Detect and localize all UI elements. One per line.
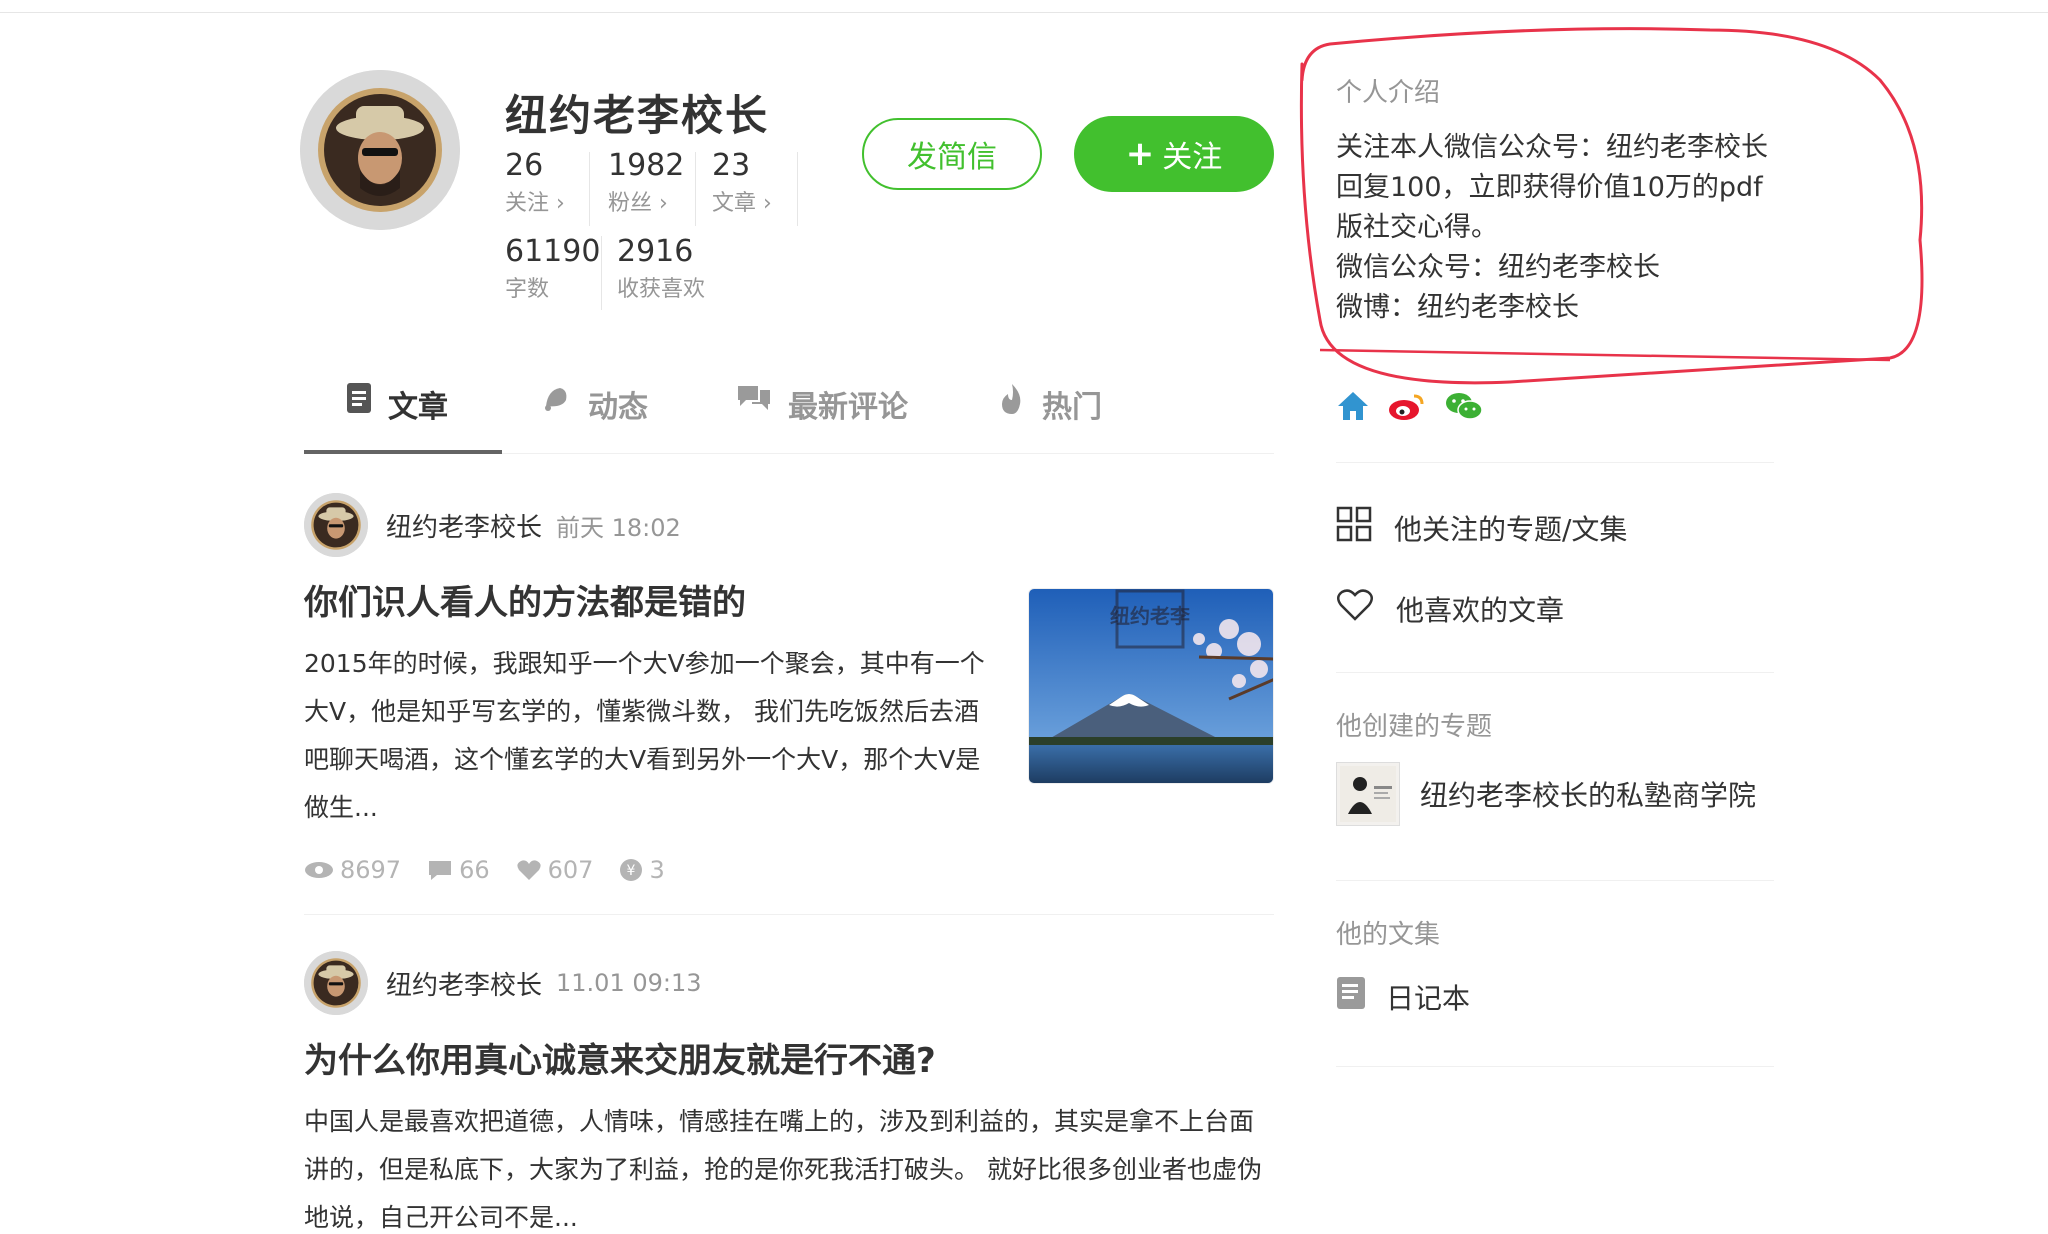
tab-label: 最新评论 (788, 390, 908, 425)
comments-value: 66 (459, 856, 490, 884)
stat-number: 23 (712, 148, 751, 183)
notebooks-heading: 他的文集 (1336, 920, 1441, 950)
liked-articles-link[interactable]: 他喜欢的文章 (1336, 588, 1564, 629)
svg-text:¥: ¥ (627, 863, 636, 879)
intro-title: 个人介绍 (1336, 78, 1441, 108)
comment-icon (429, 861, 452, 880)
article-author-row: 纽约老李校长 前天 18:02 (304, 492, 1274, 558)
stat-number: 61190 (505, 234, 601, 269)
tab-activity[interactable]: 动态 (540, 382, 648, 454)
intro-line: 关注本人微信公众号：纽约老李校长 (1336, 132, 1768, 163)
flame-icon (998, 382, 1026, 424)
profile-avatar[interactable] (300, 70, 460, 230)
grid-icon (1336, 506, 1372, 549)
sidebar-divider (1336, 1066, 1774, 1067)
active-tab-indicator (304, 450, 502, 454)
views-value: 8697 (340, 856, 402, 884)
sidebar-divider (1336, 880, 1774, 881)
send-message-button[interactable]: 发简信 (862, 118, 1042, 190)
tab-label: 热门 (1042, 390, 1102, 425)
plus-icon: + (1125, 134, 1155, 174)
article-abstract: 中国人是最喜欢把道德，人情味，情感挂在嘴上的，涉及到利益的，其实是拿不上台面讲的… (304, 1107, 1262, 1232)
created-collections-heading: 他创建的专题 (1336, 712, 1493, 742)
home-icon[interactable] (1336, 390, 1370, 426)
social-links (1336, 390, 1484, 426)
stat-divider (589, 152, 590, 226)
link-label: 他关注的专题/文集 (1394, 512, 1628, 546)
sidebar-divider (1336, 672, 1774, 673)
stat-label: 文章 › (712, 191, 772, 216)
collection-name: 纽约老李校长的私塾商学院 (1420, 779, 1757, 812)
views-count[interactable]: 8697 (304, 856, 401, 884)
stat-following[interactable]: 26 关注 › (505, 148, 565, 217)
stat-label: 收获喜欢 (617, 277, 706, 302)
intro-line: 微博：纽约老李校长 (1336, 292, 1579, 323)
stat-divider (601, 236, 602, 310)
comments-count[interactable]: 66 (427, 856, 490, 884)
stat-divider (797, 152, 798, 226)
article-abstract: 2015年的时候，我跟知乎一个大V参加一个聚会，其中有一个大V，他是知乎写玄学的… (304, 649, 985, 822)
stat-likes-received: 2916 收获喜欢 (617, 234, 705, 303)
author-name[interactable]: 纽约老李校长 (386, 965, 542, 1002)
likes-value: 607 (547, 856, 594, 884)
rewards-count: ¥ 3 (619, 856, 665, 884)
post-time: 前天 18:02 (556, 513, 681, 542)
stat-label: 关注 › (505, 191, 565, 216)
bell-icon (540, 382, 572, 422)
article-item: 纽约老李校长 前天 18:02 你们识人看人的方法都是错的 2015年的时候，我… (304, 492, 1274, 884)
sidebar-divider (1336, 462, 1774, 463)
tab-hot[interactable]: 热门 (998, 382, 1102, 454)
yen-icon: ¥ (620, 859, 643, 881)
article-author-row: 纽约老李校长 11.01 09:13 (304, 950, 1274, 1016)
collection-item[interactable]: 纽约老李校长的私塾商学院 (1336, 762, 1756, 826)
notebook-icon (1336, 976, 1366, 1017)
post-time: 11.01 09:13 (556, 969, 702, 997)
stat-number: 1982 (608, 148, 685, 183)
article-meta: 8697 66 607 ¥ 3 (304, 856, 1274, 884)
stat-label: 字数 (505, 277, 550, 302)
tab-label: 动态 (588, 390, 648, 425)
followed-collections-link[interactable]: 他关注的专题/文集 (1336, 506, 1627, 549)
rewards-value: 3 (649, 856, 665, 884)
stat-word-count: 61190 字数 (505, 234, 600, 303)
likes-count: 607 (516, 856, 594, 884)
profile-name: 纽约老李校长 (505, 91, 770, 140)
stat-number: 26 (505, 148, 544, 183)
article-title[interactable]: 为什么你用真心诚意来交朋友就是行不通? (304, 1038, 1274, 1084)
follow-label: 关注 (1162, 140, 1223, 175)
notebook-item[interactable]: 日记本 (1336, 976, 1470, 1017)
stat-articles[interactable]: 23 文章 › (712, 148, 772, 217)
stat-divider (695, 152, 696, 226)
weibo-icon[interactable] (1388, 390, 1426, 426)
stat-followers[interactable]: 1982 粉丝 › (608, 148, 684, 217)
tab-articles[interactable]: 文章 (346, 382, 448, 454)
wechat-icon[interactable] (1444, 390, 1484, 426)
tab-label: 文章 (388, 390, 448, 425)
intro-line: 回复100，立即获得价值10万的pdf版社交心得。 (1336, 172, 1763, 243)
profile-tabs: 文章 动态 最新评论 热门 (304, 370, 1274, 454)
comments-icon (736, 382, 772, 420)
heart-icon (1336, 588, 1374, 629)
notebook-name: 日记本 (1386, 981, 1471, 1015)
intro-line: 微信公众号：纽约老李校长 (1336, 252, 1660, 283)
link-label: 他喜欢的文章 (1396, 593, 1565, 627)
document-icon (346, 382, 372, 422)
heart-icon (517, 860, 541, 880)
collection-cover (1336, 762, 1400, 826)
article-thumbnail[interactable]: 纽约老李 (1028, 588, 1274, 784)
intro-text: 关注本人微信公众号：纽约老李校长 回复100，立即获得价值10万的pdf版社交心… (1336, 128, 1776, 328)
article-divider (304, 914, 1274, 915)
thumbnail-watermark: 纽约老李 (1110, 604, 1191, 628)
top-border (0, 12, 2048, 13)
tab-latest-comments[interactable]: 最新评论 (736, 382, 908, 454)
article-item: 纽约老李校长 11.01 09:13 为什么你用真心诚意来交朋友就是行不通? 中… (304, 950, 1274, 1234)
author-name[interactable]: 纽约老李校长 (386, 507, 542, 544)
stat-number: 2916 (617, 234, 694, 269)
eye-icon (305, 862, 333, 878)
author-avatar[interactable] (304, 493, 368, 557)
follow-button[interactable]: + 关注 (1074, 116, 1274, 192)
stat-label: 粉丝 › (608, 191, 668, 216)
author-avatar[interactable] (304, 951, 368, 1015)
